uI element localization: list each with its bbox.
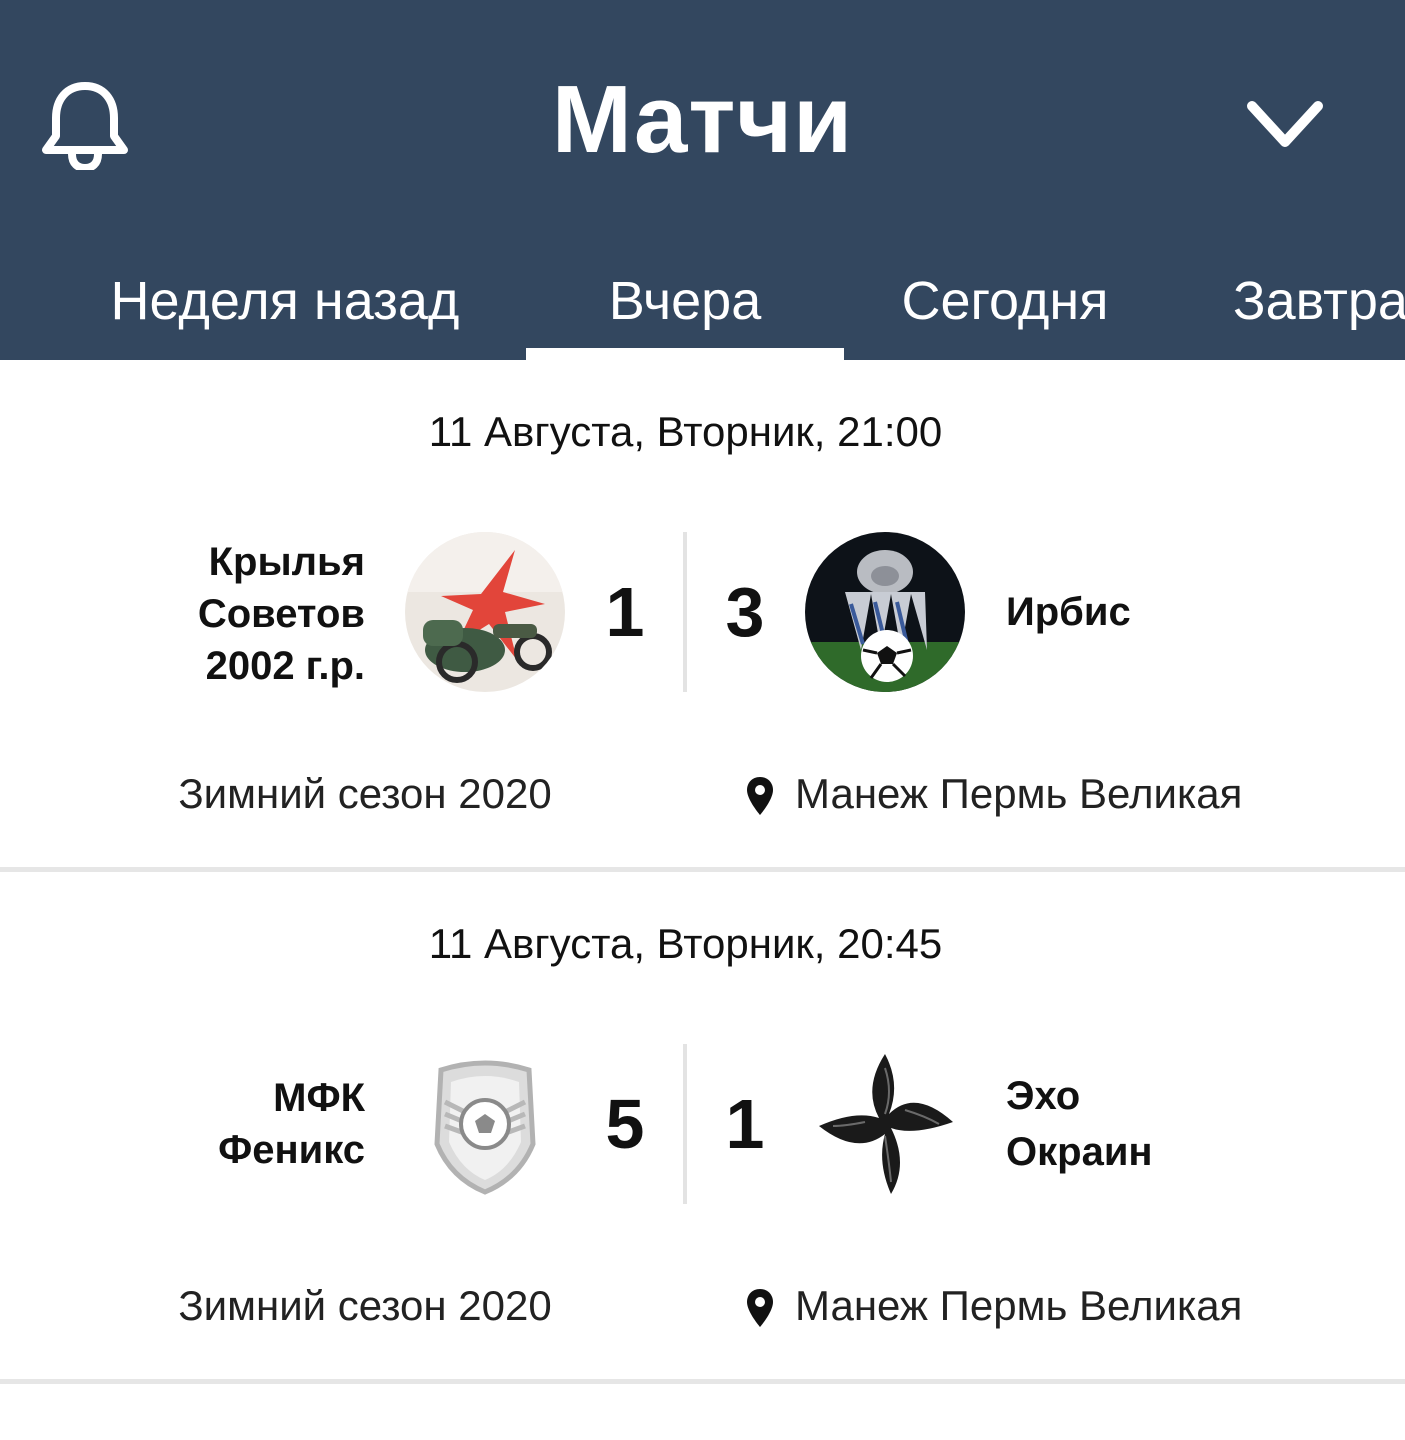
page-title: Матчи xyxy=(551,66,854,173)
card-divider xyxy=(0,1379,1405,1384)
home-team-name: МФК Феникс xyxy=(218,1076,365,1172)
away-team-logo xyxy=(805,532,965,692)
venue-name: Манеж Пермь Великая xyxy=(795,1282,1243,1329)
venue: Манеж Пермь Великая xyxy=(745,766,1305,822)
home-score: 5 xyxy=(605,1085,645,1163)
match-card[interactable]: 11 Августа, Вторник, 20:45 МФК Феникс 5 … xyxy=(0,872,1405,1384)
venue-name: Манеж Пермь Великая xyxy=(795,770,1243,817)
tab-yesterday[interactable]: Вчера xyxy=(526,250,844,360)
location-pin-icon xyxy=(747,777,773,815)
league-name: Зимний сезон 2020 xyxy=(178,770,552,817)
home-team-name: Крылья Советов 2002 г.р. xyxy=(197,540,365,688)
location-pin-icon xyxy=(747,1289,773,1327)
home-team-logo xyxy=(405,532,565,692)
venue: Манеж Пермь Великая xyxy=(745,1278,1305,1334)
league-name: Зимний сезон 2020 xyxy=(178,1282,552,1329)
match-datetime: 11 Августа, Вторник, 20:45 xyxy=(428,920,943,967)
away-team-name: Ирбис xyxy=(1006,590,1131,634)
away-score: 1 xyxy=(725,1085,765,1163)
app-bar: Матчи Неделя назад Вчера Сегодня Завтра xyxy=(0,0,1405,360)
chevron-down-icon[interactable] xyxy=(1246,96,1324,154)
home-score: 1 xyxy=(605,573,645,651)
tab-tomorrow[interactable]: Завтра xyxy=(1215,250,1405,360)
match-card[interactable]: 11 Августа, Вторник, 21:00 Крылья Совето… xyxy=(0,360,1405,872)
date-tabs: Неделя назад Вчера Сегодня Завтра xyxy=(0,250,1405,360)
selected-tab-indicator xyxy=(526,348,844,360)
tab-week-ago[interactable]: Неделя назад xyxy=(90,250,480,360)
away-team-logo xyxy=(805,1044,965,1204)
match-datetime: 11 Августа, Вторник, 21:00 xyxy=(428,408,943,455)
home-team-logo xyxy=(405,1044,565,1204)
away-team-name: Эхо Окраин xyxy=(1006,1074,1153,1174)
score-separator xyxy=(683,1044,687,1204)
tab-today[interactable]: Сегодня xyxy=(880,250,1130,360)
away-score: 3 xyxy=(725,573,765,651)
score-separator xyxy=(683,532,687,692)
